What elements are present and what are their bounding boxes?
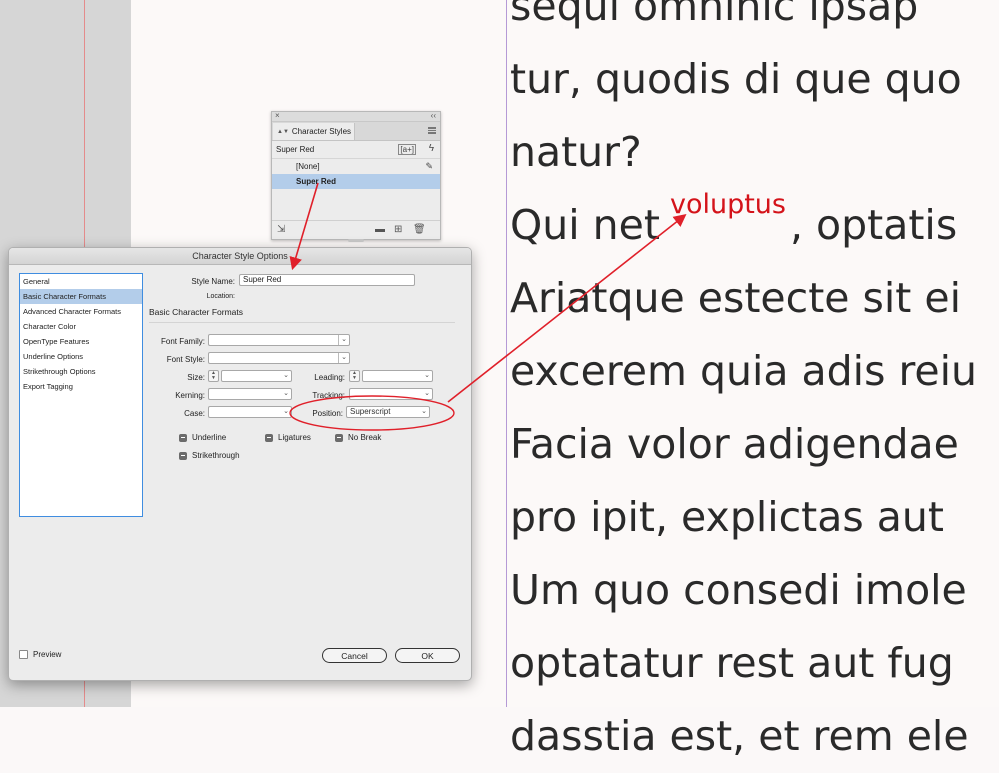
size-stepper[interactable]: ▲ ▼ bbox=[208, 370, 219, 382]
section-title: Basic Character Formats bbox=[149, 307, 243, 317]
panel-titlebar[interactable]: × ‹‹ bbox=[272, 111, 440, 122]
character-style-options-dialog: Character Style Options General Basic Ch… bbox=[8, 247, 472, 681]
text-line: Ariatque estecte sit ei bbox=[510, 274, 961, 322]
size-label: Size: bbox=[187, 373, 205, 382]
tab-label: Character Styles bbox=[291, 127, 352, 136]
checkbox-empty-icon bbox=[19, 650, 28, 659]
character-styles-panel: × ‹‹ ▲▼ Character Styles Super Red [a+] … bbox=[271, 111, 441, 242]
collapse-icon[interactable]: ‹‹ bbox=[431, 111, 436, 120]
checkbox-label: Ligatures bbox=[278, 433, 311, 442]
resize-grip[interactable] bbox=[348, 239, 364, 242]
category-general[interactable]: General bbox=[20, 274, 142, 289]
text-line: tur, quodis di que quo bbox=[510, 55, 962, 103]
text-line-superscript: Qui net voluptus, optatis bbox=[510, 189, 999, 262]
category-advanced-character-formats[interactable]: Advanced Character Formats bbox=[20, 304, 142, 319]
category-list: General Basic Character Formats Advanced… bbox=[19, 273, 143, 517]
updown-arrow-icon: ▲▼ bbox=[277, 128, 289, 135]
style-item-none[interactable]: [None] ✎ bbox=[272, 159, 440, 174]
text-span: , optatis bbox=[789, 201, 958, 249]
current-style-row: Super Red [a+] ϟ bbox=[272, 141, 440, 159]
cancel-button[interactable]: Cancel bbox=[322, 648, 387, 663]
chevron-down-icon: ⌄ bbox=[338, 335, 347, 345]
folder-icon[interactable]: ▬ bbox=[375, 224, 385, 235]
checkbox-label: Strikethrough bbox=[192, 451, 240, 460]
text-line: dasstia est, et rem ele bbox=[510, 712, 969, 760]
style-item-super-red[interactable]: Super Red bbox=[272, 174, 440, 189]
position-dropdown[interactable]: Superscript ⌄ bbox=[346, 406, 430, 418]
font-family-dropdown[interactable]: ⌄ bbox=[208, 334, 350, 346]
tab-character-styles[interactable]: ▲▼ Character Styles bbox=[273, 123, 355, 140]
style-item-label: [None] bbox=[296, 162, 320, 171]
category-opentype-features[interactable]: OpenType Features bbox=[20, 334, 142, 349]
no-break-checkbox[interactable]: No Break bbox=[335, 433, 381, 442]
preview-checkbox[interactable]: Preview bbox=[19, 650, 61, 659]
checkbox-mixed-icon bbox=[179, 433, 187, 442]
text-line: natur? bbox=[510, 128, 642, 176]
ligatures-checkbox[interactable]: Ligatures bbox=[265, 433, 311, 442]
category-strikethrough-options[interactable]: Strikethrough Options bbox=[20, 364, 142, 379]
checkbox-mixed-icon bbox=[335, 433, 343, 442]
current-style-name: Super Red bbox=[276, 145, 315, 154]
close-icon[interactable]: × bbox=[275, 111, 280, 120]
text-line: pro ipit, explictas aut bbox=[510, 493, 944, 541]
font-family-label: Font Family: bbox=[160, 337, 205, 346]
style-item-label: Super Red bbox=[296, 177, 337, 186]
style-name-field[interactable]: Super Red bbox=[239, 274, 415, 286]
chevron-down-icon: ⌄ bbox=[424, 372, 430, 379]
checkbox-label: Underline bbox=[192, 433, 227, 442]
chevron-down-icon: ⌄ bbox=[424, 390, 430, 397]
text-line: excerem quia adis reiu bbox=[510, 347, 978, 395]
checkbox-mixed-icon bbox=[179, 451, 187, 460]
tracking-dropdown[interactable]: ⌄ bbox=[349, 388, 433, 400]
checkbox-label: Preview bbox=[33, 650, 62, 659]
panel-tabrow: ▲▼ Character Styles bbox=[272, 122, 440, 141]
load-styles-icon[interactable]: ⇲ bbox=[277, 224, 285, 235]
panel-footer: ⇲ ▬ ⊞ 🗑 bbox=[272, 220, 440, 239]
position-value: Superscript bbox=[350, 407, 391, 416]
style-name-label: Style Name: bbox=[191, 277, 235, 286]
category-export-tagging[interactable]: Export Tagging bbox=[20, 379, 142, 394]
location-label: Location: bbox=[206, 293, 235, 300]
dialog-title: Character Style Options bbox=[9, 248, 471, 265]
position-label: Position: bbox=[312, 409, 343, 418]
lightning-icon[interactable]: ϟ bbox=[429, 143, 434, 154]
leading-dropdown[interactable]: ⌄ bbox=[362, 370, 433, 382]
text-line: sequi omnihic ipsap bbox=[510, 0, 919, 30]
font-style-label: Font Style: bbox=[166, 355, 205, 364]
chevron-down-icon: ⌄ bbox=[421, 408, 427, 415]
category-underline-options[interactable]: Underline Options bbox=[20, 349, 142, 364]
text-line: Um quo consedi imole bbox=[510, 566, 967, 614]
chevron-down-icon: ⌄ bbox=[338, 353, 347, 363]
document-text-frame[interactable]: sequi omnihic ipsap tur, quodis di que q… bbox=[510, 0, 999, 773]
pencil-crossed-icon: ✎ bbox=[425, 161, 433, 171]
checkbox-label: No Break bbox=[348, 433, 382, 442]
new-style-from-selection-icon[interactable]: [a+] bbox=[398, 144, 416, 155]
checkbox-mixed-icon bbox=[265, 433, 273, 442]
category-basic-character-formats[interactable]: Basic Character Formats bbox=[20, 289, 142, 304]
ok-button[interactable]: OK bbox=[395, 648, 460, 663]
category-character-color[interactable]: Character Color bbox=[20, 319, 142, 334]
superscript-text: voluptus bbox=[669, 189, 786, 220]
strikethrough-checkbox[interactable]: Strikethrough bbox=[179, 451, 240, 460]
text-span: Qui net bbox=[510, 201, 660, 249]
leading-stepper[interactable]: ▲ ▼ bbox=[349, 370, 360, 382]
leading-label: Leading: bbox=[314, 373, 345, 382]
font-style-dropdown[interactable]: ⌄ bbox=[208, 352, 350, 364]
margin-guide bbox=[506, 0, 507, 707]
underline-checkbox[interactable]: Underline bbox=[179, 433, 226, 442]
trash-icon[interactable]: 🗑 bbox=[413, 224, 426, 235]
divider bbox=[149, 322, 455, 323]
text-line: optatatur rest aut fug bbox=[510, 639, 954, 687]
text-line: Facia volor adigendae bbox=[510, 420, 959, 468]
tracking-label: Tracking: bbox=[312, 391, 345, 400]
kerning-label: Kerning: bbox=[175, 391, 205, 400]
case-label: Case: bbox=[184, 409, 205, 418]
panel-menu-icon[interactable] bbox=[428, 127, 436, 134]
new-style-icon[interactable]: ⊞ bbox=[394, 224, 402, 235]
